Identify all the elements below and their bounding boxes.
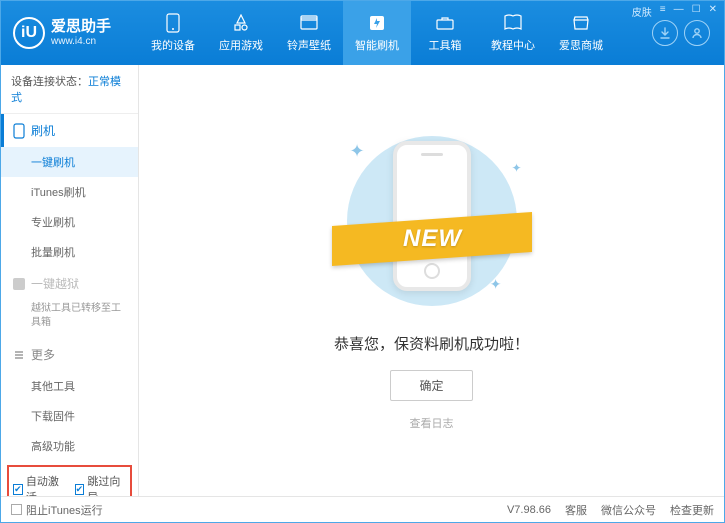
block-itunes-checkbox[interactable]: 阻止iTunes运行 [11, 502, 103, 518]
apps-icon [231, 13, 251, 33]
wechat-link[interactable]: 微信公众号 [601, 502, 656, 518]
titlebar-controls: 皮肤 ≡ — ☐ ✕ [632, 4, 717, 19]
options-highlight: ✔自动激活 ✔跳过向导 [7, 465, 132, 496]
nav-label: 铃声壁纸 [287, 37, 331, 53]
sidebar-item-download-firmware[interactable]: 下载固件 [1, 401, 138, 431]
sparkle-icon: ✦ [490, 276, 502, 293]
sidebar-item-pro-flash[interactable]: 专业刷机 [1, 207, 138, 237]
nav-smart-flash[interactable]: 智能刷机 [343, 1, 411, 65]
success-message: 恭喜您，保资料刷机成功啦！ [334, 333, 529, 354]
nav-apps[interactable]: 应用游戏 [207, 1, 275, 65]
nav-toolbox[interactable]: 工具箱 [411, 1, 479, 65]
minimize-button[interactable]: — [674, 4, 684, 19]
nav-shop[interactable]: 爱思商城 [547, 1, 615, 65]
nav-tutorials[interactable]: 教程中心 [479, 1, 547, 65]
app-header: iU 爱思助手 www.i4.cn 我的设备 应用游戏 铃声壁纸 智能刷机 工具… [1, 1, 724, 65]
nav-label: 爱思商城 [559, 37, 603, 53]
version-label: V7.98.66 [507, 504, 551, 516]
app-url: www.i4.cn [51, 36, 111, 47]
nav-label: 教程中心 [491, 37, 535, 53]
sidebar-item-advanced[interactable]: 高级功能 [1, 431, 138, 461]
nav-label: 我的设备 [151, 37, 195, 53]
toolbox-icon [435, 13, 455, 33]
success-illustration: NEW ✦ ✦ ✦ [342, 131, 522, 311]
shop-icon [571, 13, 591, 33]
logo-icon: iU [13, 17, 45, 49]
confirm-button[interactable]: 确定 [390, 370, 472, 401]
lock-icon [13, 278, 25, 290]
phone-illustration-icon [393, 141, 471, 291]
sidebar-section-more[interactable]: 更多 [1, 338, 138, 371]
sidebar-section-flash[interactable]: 刷机 [1, 114, 138, 147]
nav-my-device[interactable]: 我的设备 [139, 1, 207, 65]
book-icon [503, 13, 523, 33]
sidebar-item-other-tools[interactable]: 其他工具 [1, 371, 138, 401]
checkbox-checked-icon: ✔ [13, 484, 23, 495]
checkbox-empty-icon [11, 504, 22, 515]
sidebar-item-batch-flash[interactable]: 批量刷机 [1, 237, 138, 267]
nav-label: 应用游戏 [219, 37, 263, 53]
app-name: 爱思助手 [51, 19, 111, 36]
section-label: 一键越狱 [31, 275, 79, 292]
download-button[interactable] [652, 20, 678, 46]
sidebar-item-itunes-flash[interactable]: iTunes刷机 [1, 177, 138, 207]
sidebar-section-jailbreak: 一键越狱 [1, 267, 138, 300]
check-update-link[interactable]: 检查更新 [670, 502, 714, 518]
top-nav: 我的设备 应用游戏 铃声壁纸 智能刷机 工具箱 教程中心 爱思商城 [139, 1, 652, 65]
footer: 阻止iTunes运行 V7.98.66 客服 微信公众号 检查更新 [1, 496, 724, 522]
jailbreak-note: 越狱工具已转移至工具箱 [1, 300, 138, 338]
nav-label: 智能刷机 [355, 37, 399, 53]
ribbon-text: NEW [402, 225, 461, 253]
close-button[interactable]: ✕ [709, 4, 717, 19]
phone-icon [163, 13, 183, 33]
footer-label: 阻止iTunes运行 [26, 502, 103, 518]
sparkle-icon: ✦ [350, 141, 365, 162]
option-label: 跳过向导 [87, 473, 126, 496]
nav-ringtones[interactable]: 铃声壁纸 [275, 1, 343, 65]
section-label: 更多 [31, 346, 55, 363]
section-label: 刷机 [31, 122, 55, 139]
logo-area: iU 爱思助手 www.i4.cn [9, 17, 139, 49]
option-label: 自动激活 [26, 473, 65, 496]
list-icon [13, 349, 25, 361]
status-label: 设备连接状态： [11, 76, 88, 88]
phone-small-icon [13, 123, 25, 139]
sidebar-item-oneclick-flash[interactable]: 一键刷机 [1, 147, 138, 177]
menu-button[interactable]: ≡ [660, 4, 666, 19]
flash-icon [367, 13, 387, 33]
view-log-link[interactable]: 查看日志 [410, 415, 454, 431]
nav-label: 工具箱 [429, 37, 462, 53]
sparkle-icon: ✦ [511, 161, 521, 175]
connection-status: 设备连接状态：正常模式 [1, 65, 138, 114]
auto-activate-checkbox[interactable]: ✔自动激活 [13, 473, 65, 496]
main-content: NEW ✦ ✦ ✦ 恭喜您，保资料刷机成功啦！ 确定 查看日志 [139, 65, 724, 496]
skin-button[interactable]: 皮肤 [632, 4, 652, 19]
user-button[interactable] [684, 20, 710, 46]
maximize-button[interactable]: ☐ [692, 4, 701, 19]
wallet-icon [299, 13, 319, 33]
skip-guide-checkbox[interactable]: ✔跳过向导 [75, 473, 127, 496]
sidebar: 设备连接状态：正常模式 刷机 一键刷机 iTunes刷机 专业刷机 批量刷机 一… [1, 65, 139, 496]
customer-service-link[interactable]: 客服 [565, 502, 587, 518]
checkbox-checked-icon: ✔ [75, 484, 85, 495]
